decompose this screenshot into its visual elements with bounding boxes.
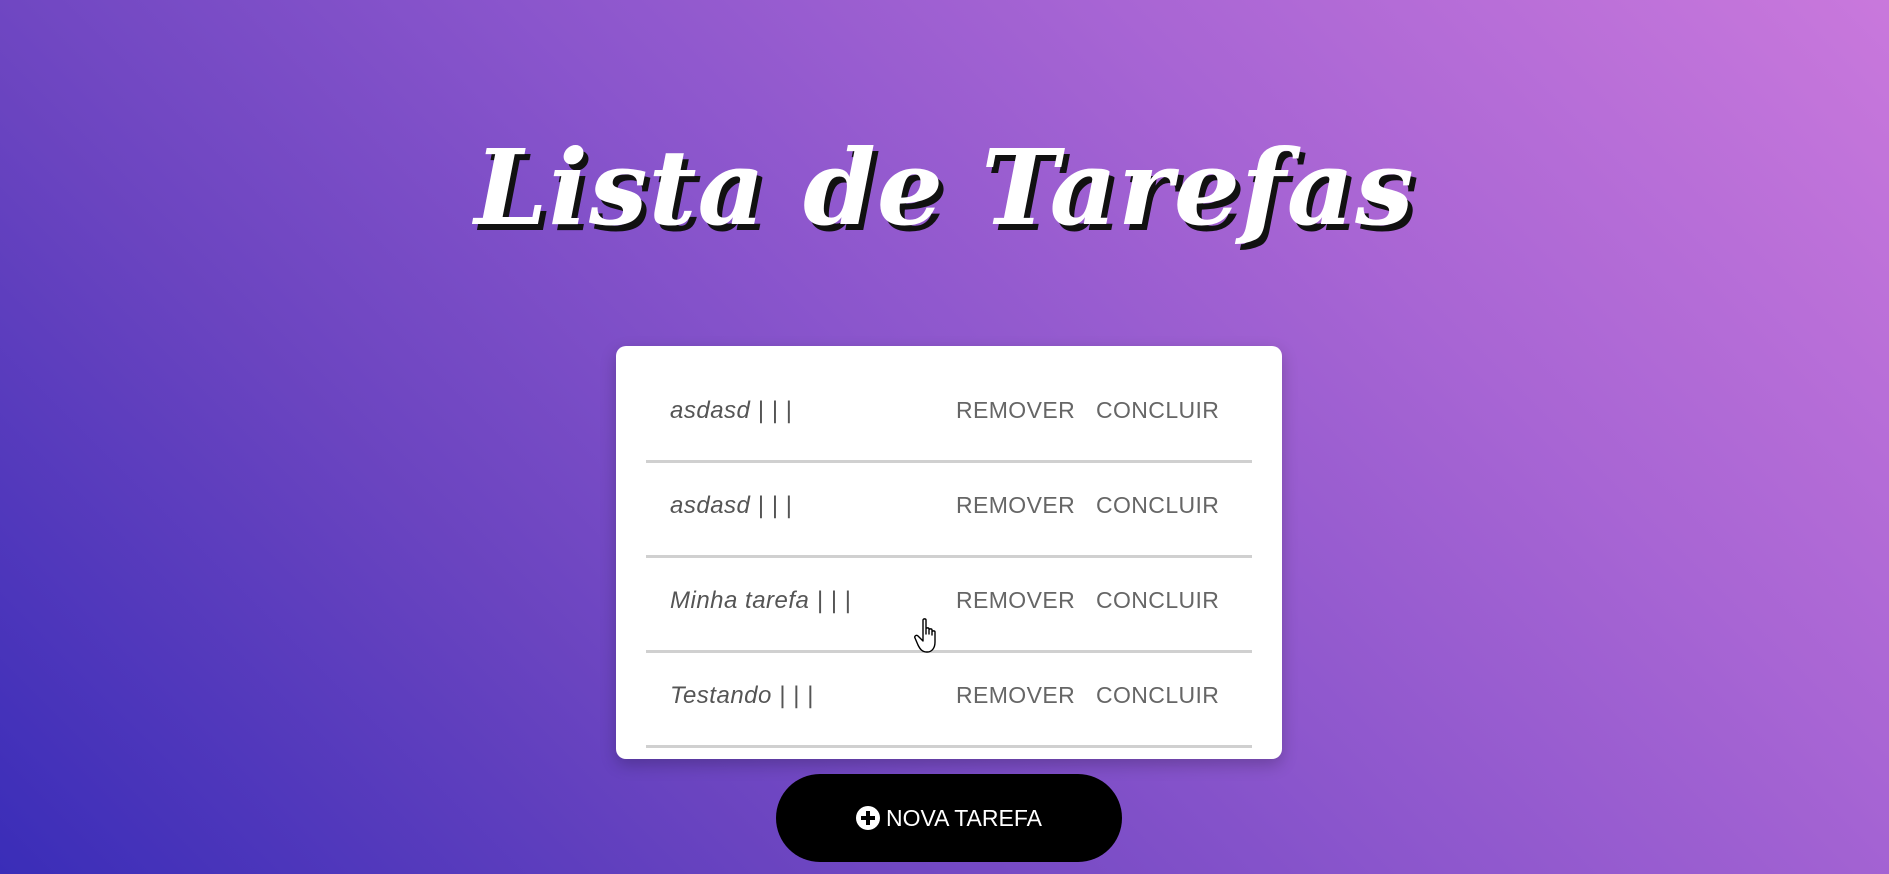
task-text: Testando | | | [670,682,814,709]
remove-button[interactable]: REMOVER [956,587,1075,614]
complete-button[interactable]: CONCLUIR [1096,492,1219,519]
remove-button[interactable]: REMOVER [956,397,1075,424]
task-item: asdasd | | | REMOVER CONCLUIR [646,370,1252,463]
task-text: Minha tarefa | | | [670,587,852,614]
task-item: asdasd | | | REMOVER CONCLUIR [646,465,1252,558]
task-item: Testando | | | REMOVER CONCLUIR [646,655,1252,748]
task-list: asdasd | | | REMOVER CONCLUIR asdasd | |… [646,370,1252,750]
task-text: asdasd | | | [670,397,793,424]
task-text: asdasd | | | [670,492,793,519]
new-task-button[interactable]: NOVA TAREFA [776,774,1122,862]
plus-circle-icon [856,806,881,830]
hand-pointer-icon [914,618,936,653]
complete-button[interactable]: CONCLUIR [1096,587,1219,614]
complete-button[interactable]: CONCLUIR [1096,397,1219,424]
remove-button[interactable]: REMOVER [956,682,1075,709]
task-card: asdasd | | | REMOVER CONCLUIR asdasd | |… [616,346,1282,759]
remove-button[interactable]: REMOVER [956,492,1075,519]
task-item: Minha tarefa | | | REMOVER CONCLUIR [646,560,1252,653]
page-title: Lista de Tarefas [474,126,1415,249]
new-task-label: NOVA TAREFA [886,804,1042,831]
complete-button[interactable]: CONCLUIR [1096,682,1219,709]
